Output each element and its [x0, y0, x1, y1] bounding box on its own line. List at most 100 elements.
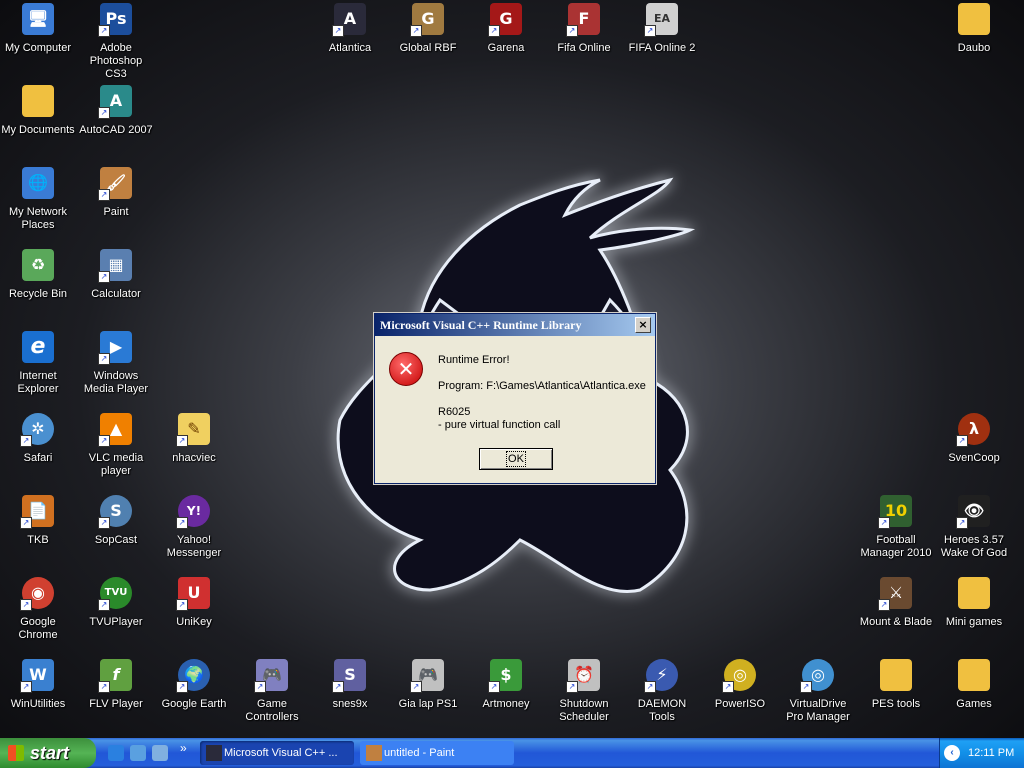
note-icon: ✎ ↗: [176, 413, 210, 447]
tkb-icon: 📄 ↗: [20, 495, 54, 529]
desktop-icon-nhacviec[interactable]: ✎ ↗ nhacviec: [156, 413, 232, 465]
desktop-icon-games[interactable]: Games: [936, 659, 1012, 711]
poweriso-icon: ◎ ↗: [722, 659, 756, 693]
desktop-icon-gia-lap-ps1[interactable]: 🎮 ↗ Gia lap PS1: [390, 659, 466, 711]
desktop-icon-mini-games[interactable]: Mini games: [936, 577, 1012, 629]
desktop-icon-fifa-online-2[interactable]: EA ↗ FIFA Online 2: [624, 3, 700, 55]
media-player-icon: ▶ ↗: [98, 331, 132, 365]
vlc-icon: ▲ ↗: [98, 413, 132, 447]
flv-player-icon: f ↗: [98, 659, 132, 693]
ok-button[interactable]: OK: [479, 448, 553, 470]
desktop-icon-paint[interactable]: 🖌 ↗ Paint: [78, 167, 154, 219]
desktop-icon-virtualdrive[interactable]: ◎ ↗ VirtualDrive Pro Manager: [780, 659, 856, 724]
desktop-icon-artmoney[interactable]: $ ↗ Artmoney: [468, 659, 544, 711]
desktop-icon-mount-blade[interactable]: ⚔ ↗ Mount & Blade: [858, 577, 934, 629]
start-button[interactable]: start: [0, 738, 96, 768]
desktop-icon-heroes[interactable]: 👁 ↗ Heroes 3.57 Wake Of God: [936, 495, 1012, 560]
desktop-icon-safari[interactable]: ✲ ↗ Safari: [0, 413, 76, 465]
shutdown-scheduler-icon: ⏰ ↗: [566, 659, 600, 693]
desktop-icon-sopcast[interactable]: S ↗ SopCast: [78, 495, 154, 547]
taskbar-button-vc-runtime[interactable]: Microsoft Visual C++ ...: [200, 741, 354, 765]
my-documents-icon: [22, 85, 54, 117]
virtualdrive-icon: ◎ ↗: [800, 659, 834, 693]
desktop-icon-daubo[interactable]: Daubo: [936, 3, 1012, 55]
desktop-icon-poweriso[interactable]: ◎ ↗ PowerISO: [702, 659, 778, 711]
taskbar-button-paint[interactable]: untitled - Paint: [360, 741, 514, 765]
desktop-icon-global-rbf[interactable]: G ↗ Global RBF: [390, 3, 466, 55]
error-description: - pure virtual function call: [438, 419, 561, 431]
desktop-icon-game-controllers[interactable]: 🎮 ↗ Game Controllers: [234, 659, 310, 724]
desktop-icon-my-computer[interactable]: 🖥 My Computer: [0, 3, 76, 55]
tray-expand-icon[interactable]: ‹: [944, 745, 960, 761]
close-icon[interactable]: ×: [635, 317, 651, 333]
clock[interactable]: 12:11 PM: [968, 738, 1014, 768]
folder-icon: [958, 3, 990, 35]
internet-explorer-icon[interactable]: [108, 745, 124, 761]
runtime-error-dialog[interactable]: Microsoft Visual C++ Runtime Library × ✕…: [374, 313, 656, 484]
artmoney-icon: $ ↗: [488, 659, 522, 693]
desktop-icon-yahoo-messenger[interactable]: Y! ↗ Yahoo! Messenger: [156, 495, 232, 560]
dialog-title: Microsoft Visual C++ Runtime Library: [380, 318, 582, 332]
desktop-icon-media-player[interactable]: ▶ ↗ Windows Media Player: [78, 331, 154, 396]
desktop-icon-pes-tools[interactable]: PES tools: [858, 659, 934, 711]
desktop-icon-garena[interactable]: G ↗ Garena: [468, 3, 544, 55]
desktop-icon-calculator[interactable]: ▦ ↗ Calculator: [78, 249, 154, 301]
snes9x-icon: S ↗: [332, 659, 366, 693]
desktop-icon-daemon-tools[interactable]: ⚡ ↗ DAEMON Tools: [624, 659, 700, 724]
desktop-icon-tkb[interactable]: 📄 ↗ TKB: [0, 495, 76, 547]
svencoop-icon: λ ↗: [956, 413, 990, 447]
error-code: R6025: [438, 406, 471, 418]
unikey-icon: U ↗: [176, 577, 210, 611]
paint-icon: 🖌 ↗: [98, 167, 132, 201]
desktop-icon-network-places[interactable]: 🌐 My Network Places: [0, 167, 76, 232]
desktop-icon-vlc[interactable]: ▲ ↗ VLC media player: [78, 413, 154, 478]
paint-icon: [366, 745, 382, 761]
desktop-icon-internet-explorer[interactable]: e Internet Explorer: [0, 331, 76, 396]
autocad-icon: A ↗: [98, 85, 132, 119]
desktop-icon-recycle-bin[interactable]: ♻ Recycle Bin: [0, 249, 76, 301]
mount-blade-icon: ⚔ ↗: [878, 577, 912, 611]
desktop-icon-fifa-online[interactable]: F ↗ Fifa Online: [546, 3, 622, 55]
desktop-icon-photoshop[interactable]: Ps ↗ Adobe Photoshop CS3: [78, 3, 154, 81]
error-icon: ✕: [389, 352, 423, 386]
folder-icon: [958, 659, 990, 691]
desktop-icon-autocad[interactable]: A ↗ AutoCAD 2007: [78, 85, 154, 137]
chrome-icon: ◉ ↗: [20, 577, 54, 611]
quick-launch-chevron-icon[interactable]: »: [180, 741, 187, 755]
desktop-icon-tvu-player[interactable]: TVU ↗ TVUPlayer: [78, 577, 154, 629]
dialog-titlebar[interactable]: Microsoft Visual C++ Runtime Library ×: [375, 314, 655, 336]
photoshop-icon: Ps ↗: [98, 3, 132, 37]
calculator-icon: ▦ ↗: [98, 249, 132, 283]
error-heading: Runtime Error!: [438, 354, 510, 366]
atlantica-icon: [206, 745, 222, 761]
show-desktop-icon[interactable]: [152, 745, 168, 761]
heroes-icon: 👁 ↗: [956, 495, 990, 529]
google-earth-icon: 🌍 ↗: [176, 659, 210, 693]
desktop-icon-winutilities[interactable]: W ↗ WinUtilities: [0, 659, 76, 711]
garena-icon: G ↗: [488, 3, 522, 37]
desktop-icon-my-documents[interactable]: My Documents: [0, 85, 76, 137]
winutilities-icon: W ↗: [20, 659, 54, 693]
windows-logo-icon: [8, 745, 24, 761]
yahoo-messenger-icon: Y! ↗: [176, 495, 210, 529]
desktop-icon-flv-player[interactable]: f ↗ FLV Player: [78, 659, 154, 711]
system-tray: ‹ 12:11 PM: [939, 738, 1024, 768]
recycle-bin-icon: ♻: [22, 249, 54, 281]
my-computer-icon: 🖥: [22, 3, 54, 35]
desktop-icon-snes9x[interactable]: S ↗ snes9x: [312, 659, 388, 711]
media-player-icon[interactable]: [130, 745, 146, 761]
sopcast-icon: S ↗: [98, 495, 132, 529]
network-places-icon: 🌐: [22, 167, 54, 199]
daemon-tools-icon: ⚡ ↗: [644, 659, 678, 693]
desktop-icon-football-manager[interactable]: 10 ↗ Football Manager 2010: [858, 495, 934, 560]
desktop-icon-google-earth[interactable]: 🌍 ↗ Google Earth: [156, 659, 232, 711]
desktop-icon-atlantica[interactable]: A ↗ Atlantica: [312, 3, 388, 55]
desktop-icon-google-chrome[interactable]: ◉ ↗ Google Chrome: [0, 577, 76, 642]
desktop-icon-svencoop[interactable]: λ ↗ SvenCoop: [936, 413, 1012, 465]
desktop-icon-unikey[interactable]: U ↗ UniKey: [156, 577, 232, 629]
fifa-online-icon: F ↗: [566, 3, 600, 37]
ps1-icon: 🎮 ↗: [410, 659, 444, 693]
game-controllers-icon: 🎮 ↗: [254, 659, 288, 693]
desktop-icon-shutdown-scheduler[interactable]: ⏰ ↗ Shutdown Scheduler: [546, 659, 622, 724]
fifa-online-2-icon: EA ↗: [644, 3, 678, 37]
